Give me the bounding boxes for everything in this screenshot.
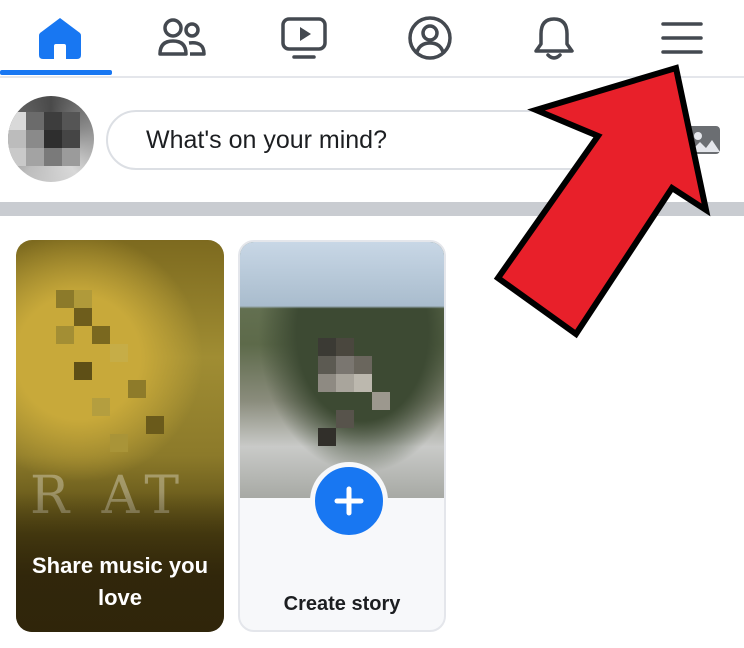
video-icon bbox=[281, 17, 327, 59]
story-label: Create story bbox=[283, 593, 401, 615]
nav-home-tab[interactable] bbox=[0, 0, 120, 76]
nav-watch-tab[interactable] bbox=[244, 0, 364, 76]
friends-icon bbox=[158, 18, 206, 56]
home-icon bbox=[39, 18, 81, 59]
hamburger-menu-icon bbox=[661, 22, 703, 54]
story-background-photo bbox=[240, 242, 444, 498]
nav-friends-tab[interactable] bbox=[122, 0, 242, 76]
avatar[interactable] bbox=[8, 96, 94, 182]
red-arrow-icon bbox=[493, 64, 711, 339]
profile-icon bbox=[408, 16, 452, 60]
nav-profile-tab[interactable] bbox=[370, 0, 490, 76]
bell-icon bbox=[534, 17, 574, 60]
story-label: Share music you love bbox=[31, 553, 209, 610]
story-card-create[interactable]: Create story bbox=[238, 240, 446, 632]
plus-icon bbox=[334, 486, 364, 516]
story-card-music[interactable]: R AT Share music you love bbox=[16, 240, 224, 632]
active-tab-indicator bbox=[0, 70, 112, 75]
create-story-plus-button[interactable] bbox=[310, 462, 388, 540]
